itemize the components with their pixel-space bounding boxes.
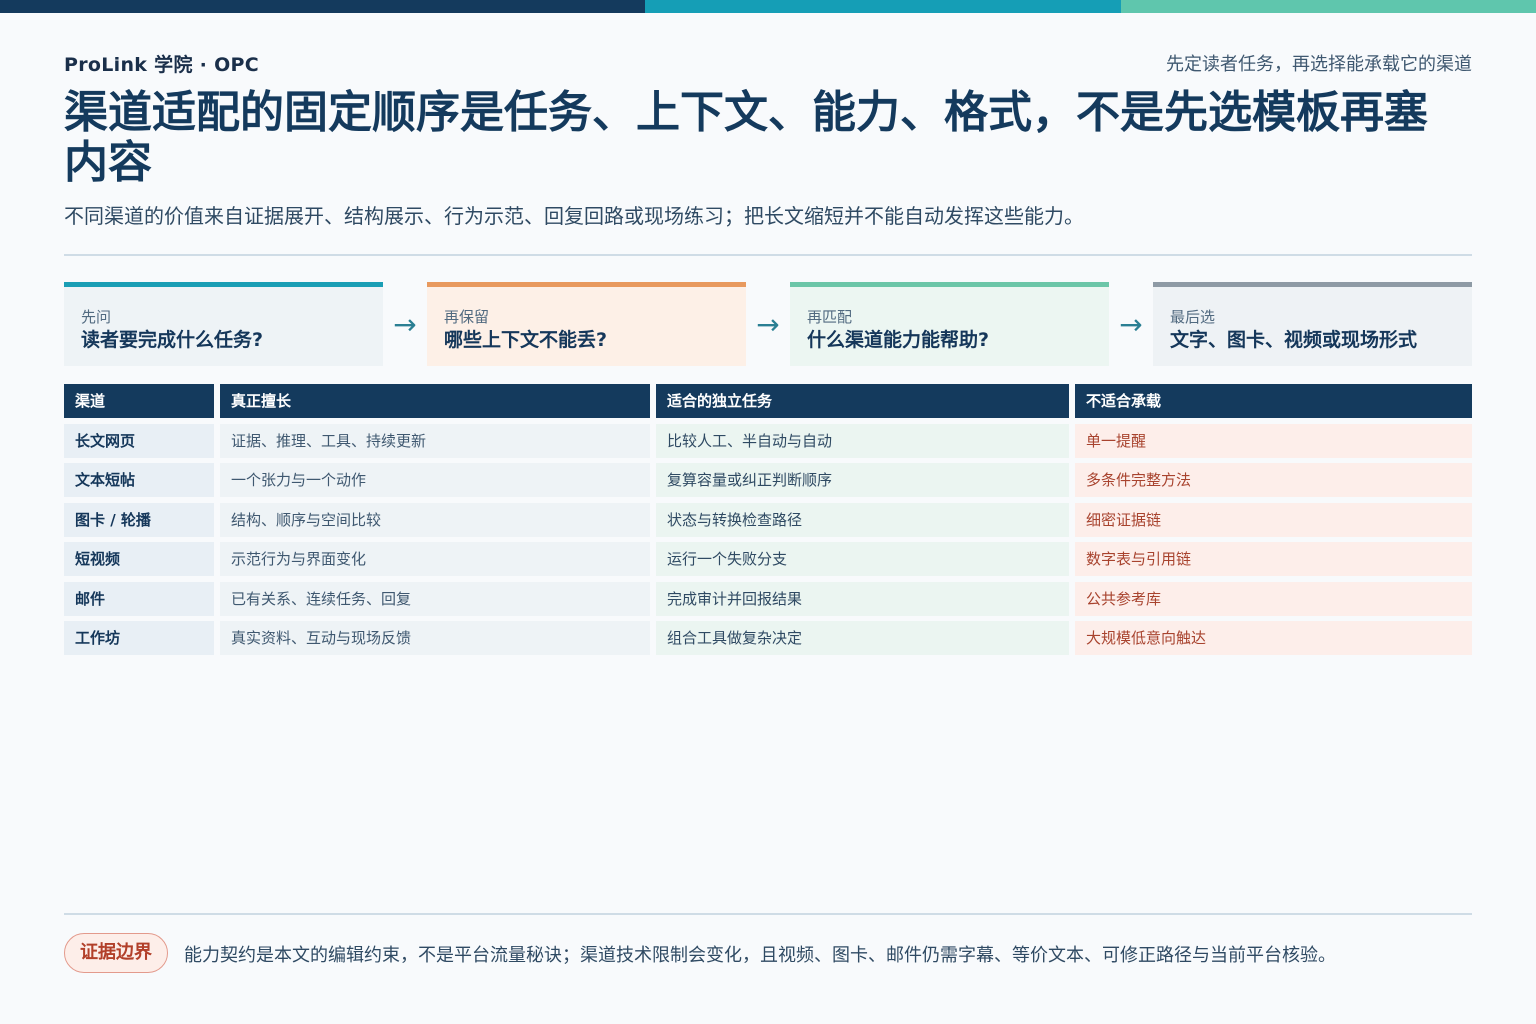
table-cell-channel: 文本短帖 — [64, 463, 214, 497]
table-cell-task: 完成审计并回报结果 — [656, 581, 1069, 616]
column-header-unsuitable: 不适合承载 — [1075, 384, 1472, 418]
table-cell-strength: 示范行为与界面变化 — [220, 542, 650, 576]
table-row: 短视频 示范行为与界面变化 运行一个失败分支 数字表与引用链 — [64, 542, 1472, 576]
footer-note: 能力契约是本文的编辑约束，不是平台流量秘诀；渠道技术限制会变化，且视频、图卡、邮… — [184, 945, 1336, 966]
table-cell-channel: 长文网页 — [64, 423, 214, 458]
tagline: 先定读者任务，再选择能承载它的渠道 — [1166, 54, 1472, 75]
step-capability: 再匹配 什么渠道能力能帮助? — [790, 282, 1109, 366]
channel-table: 渠道 真正擅长 适合的独立任务 不适合承载 长文网页 证据、推理、工具、持续更新… — [64, 384, 1472, 661]
table-cell-channel: 短视频 — [64, 542, 214, 576]
step-context: 再保留 哪些上下文不能丢? — [427, 282, 746, 366]
brand-label: ProLink 学院 · OPC — [64, 54, 260, 76]
process-steps: 先问 读者要完成什么任务? → 再保留 哪些上下文不能丢? → 再匹配 什么渠道… — [64, 282, 1472, 366]
table-cell-channel: 图卡 / 轮播 — [64, 502, 214, 537]
table-cell-strength: 真实资料、互动与现场反馈 — [220, 621, 650, 655]
table-row: 文本短帖 一个张力与一个动作 复算容量或纠正判断顺序 多条件完整方法 — [64, 463, 1472, 497]
table-cell-strength: 结构、顺序与空间比较 — [220, 502, 650, 537]
table-cell-task: 复算容量或纠正判断顺序 — [656, 463, 1069, 497]
table-cell-task: 运行一个失败分支 — [656, 542, 1069, 576]
table-row: 长文网页 证据、推理、工具、持续更新 比较人工、半自动与自动 单一提醒 — [64, 423, 1472, 458]
page-title: 渠道适配的固定顺序是任务、上下文、能力、格式，不是先选模板再塞内容 — [64, 87, 1428, 188]
table-cell-unsuitable: 大规模低意向触达 — [1075, 621, 1472, 655]
step-question: 读者要完成什么任务? — [81, 329, 264, 351]
column-header-task: 适合的独立任务 — [656, 384, 1069, 418]
table-cell-channel: 工作坊 — [64, 621, 214, 655]
table-cell-unsuitable: 公共参考库 — [1075, 581, 1472, 616]
top-bar-segment-navy — [0, 0, 645, 13]
arrow-right-icon: → — [393, 308, 417, 341]
table-cell-unsuitable: 数字表与引用链 — [1075, 542, 1472, 576]
table-cell-task: 比较人工、半自动与自动 — [656, 423, 1069, 458]
step-label: 再保留 — [444, 308, 490, 326]
step-task: 先问 读者要完成什么任务? — [64, 282, 383, 366]
divider-top — [64, 254, 1472, 256]
table-row: 邮件 已有关系、连续任务、回复 完成审计并回报结果 公共参考库 — [64, 581, 1472, 616]
table-row: 图卡 / 轮播 结构、顺序与空间比较 状态与转换检查路径 细密证据链 — [64, 502, 1472, 537]
column-header-strength: 真正擅长 — [220, 384, 650, 418]
table-cell-unsuitable: 多条件完整方法 — [1075, 463, 1472, 497]
table-header-row: 渠道 真正擅长 适合的独立任务 不适合承载 — [64, 384, 1472, 418]
table-cell-unsuitable: 细密证据链 — [1075, 502, 1472, 537]
table-cell-unsuitable: 单一提醒 — [1075, 423, 1472, 458]
table-cell-strength: 一个张力与一个动作 — [220, 463, 650, 497]
step-label: 再匹配 — [807, 308, 853, 326]
table-cell-strength: 证据、推理、工具、持续更新 — [220, 423, 650, 458]
step-format: 最后选 文字、图卡、视频或现场形式 — [1153, 282, 1472, 366]
arrow-right-icon: → — [1119, 308, 1143, 341]
top-bar-segment-teal — [645, 0, 1121, 13]
column-header-channel: 渠道 — [64, 384, 214, 418]
table-cell-task: 组合工具做复杂决定 — [656, 621, 1069, 655]
step-label: 先问 — [81, 308, 112, 326]
step-question: 文字、图卡、视频或现场形式 — [1170, 329, 1418, 351]
top-color-bar — [0, 0, 1536, 13]
table-cell-task: 状态与转换检查路径 — [656, 502, 1069, 537]
table-row: 工作坊 真实资料、互动与现场反馈 组合工具做复杂决定 大规模低意向触达 — [64, 621, 1472, 655]
divider-bottom — [64, 913, 1472, 915]
table-cell-strength: 已有关系、连续任务、回复 — [220, 581, 650, 616]
arrow-right-icon: → — [756, 308, 780, 341]
page-subtitle: 不同渠道的价值来自证据展开、结构展示、行为示范、回复回路或现场练习；把长文缩短并… — [64, 204, 1084, 228]
evidence-boundary-badge: 证据边界 — [64, 933, 168, 973]
table-cell-channel: 邮件 — [64, 581, 214, 616]
step-question: 哪些上下文不能丢? — [444, 329, 608, 351]
top-bar-segment-mint — [1121, 0, 1536, 13]
step-question: 什么渠道能力能帮助? — [807, 329, 990, 351]
step-label: 最后选 — [1170, 308, 1216, 326]
